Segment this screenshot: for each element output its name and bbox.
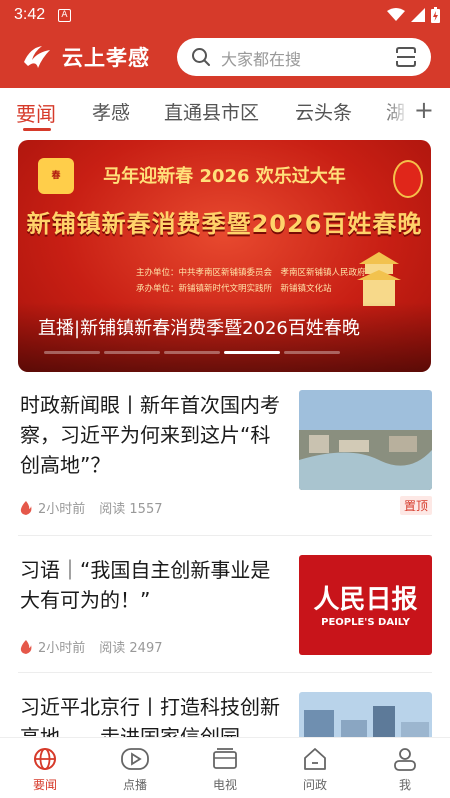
nav-headlines[interactable]: 要闻: [15, 744, 75, 793]
pavilion-icon: [357, 252, 401, 306]
pinned-badge: 置顶: [399, 496, 432, 515]
tab-counties[interactable]: 直通县市区: [164, 98, 259, 125]
tv-icon: [213, 748, 237, 769]
brand-mark-icon: [24, 46, 50, 68]
channel-tabs: 要闻 孝感 直通县市区 云头条 湖 +: [0, 88, 450, 136]
status-time: 3:42: [14, 6, 46, 23]
news-meta: 2小时前 阅读 1557: [20, 498, 163, 517]
news-title: 时政新闻眼丨新年首次国内考察，习近平为何来到这片“科创高地”？: [20, 393, 280, 477]
banner-headline: 马年迎新春 2026 欢乐过大年: [103, 166, 346, 187]
app-header: 3:42 A 云上孝感 大家都在搜: [0, 0, 450, 88]
news-time: 2小时前: [38, 641, 86, 656]
divider: [18, 535, 432, 536]
nav-label: 点播: [122, 778, 147, 792]
carousel-dot: [44, 351, 100, 354]
news-thumbnail: [299, 390, 432, 490]
divider: [18, 672, 432, 673]
news-title: 习语｜“我国自主创新事业是大有可为的！”: [20, 558, 271, 612]
news-reads: 阅读 1557: [99, 502, 163, 517]
news-thumbnail: 人民日报 PEOPLE'S DAILY: [299, 555, 432, 655]
news-item[interactable]: 时政新闻眼丨新年首次国内考察，习近平为何来到这片“科创高地”？ 2小时前 阅读 …: [18, 390, 432, 520]
banner-carousel[interactable]: 春 马年迎新春 2026 欢乐过大年 新铺镇新春消费季暨2026百姓春晚 主办单…: [18, 140, 431, 372]
tab-headlines[interactable]: 要闻: [16, 98, 56, 127]
news-time: 2小时前: [38, 502, 86, 517]
carousel-dot: [284, 351, 340, 354]
person-icon: [394, 748, 416, 771]
nav-label: 我: [398, 778, 411, 792]
carousel-dot: [104, 351, 160, 354]
wifi-icon: [387, 8, 405, 21]
news-title: 习近平北京行丨打造科技创新高地——走进国家信创园: [20, 695, 280, 737]
tab-cloud-headlines[interactable]: 云头条: [295, 98, 352, 125]
thumb-logo-en: PEOPLE'S DAILY: [321, 617, 410, 628]
news-meta: 2小时前 阅读 2497: [20, 637, 163, 656]
notification-icon: A: [58, 9, 71, 22]
news-item[interactable]: 习语｜“我国自主创新事业是大有可为的！” 2小时前 阅读 2497 人民日报 P…: [18, 555, 432, 665]
news-reads: 阅读 2497: [99, 641, 163, 656]
house-icon: [304, 748, 326, 770]
carousel-dot: [164, 351, 220, 354]
nav-tv[interactable]: 电视: [195, 744, 255, 793]
battery-icon: [431, 7, 440, 23]
search-icon: [192, 48, 210, 66]
status-bar: 3:42 A: [0, 0, 450, 32]
active-tab-indicator: [23, 128, 51, 131]
hot-flame-icon: [20, 639, 32, 654]
video-icon: [121, 748, 149, 770]
search-placeholder: 大家都在搜: [221, 50, 302, 69]
thumb-logo: 人民日报: [313, 585, 418, 615]
tab-xiaogan[interactable]: 孝感: [92, 98, 130, 125]
bottom-navigation: 要闻 点播 电视 问政 我: [0, 737, 450, 798]
nav-label: 要闻: [32, 778, 57, 792]
carousel-indicator: [44, 351, 340, 354]
nav-label: 问政: [302, 778, 327, 792]
banner-caption: 直播|新铺镇新春消费季暨2026百姓春晚: [38, 318, 360, 339]
carousel-dot: [224, 351, 280, 354]
hot-flame-icon: [20, 500, 32, 515]
nav-label: 电视: [212, 778, 237, 792]
news-thumbnail: [299, 692, 432, 737]
banner-big-title: 新铺镇新春消费季暨2026百姓春晚: [26, 210, 423, 238]
nav-inquiry[interactable]: 问政: [285, 744, 345, 793]
globe-icon: [34, 748, 56, 770]
scan-icon[interactable]: [395, 46, 417, 68]
nav-on-demand[interactable]: 点播: [105, 744, 165, 793]
search-bar[interactable]: 大家都在搜: [177, 38, 431, 76]
app-logo: 云上孝感: [20, 40, 150, 74]
brand-name: 云上孝感: [62, 46, 150, 70]
signal-icon: [411, 8, 425, 22]
news-item[interactable]: 习近平北京行丨打造科技创新高地——走进国家信创园: [18, 692, 432, 737]
add-channel-icon[interactable]: +: [414, 96, 434, 124]
nav-me[interactable]: 我: [375, 744, 435, 793]
